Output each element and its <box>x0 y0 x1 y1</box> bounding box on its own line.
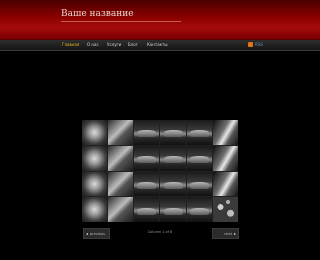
gallery-thumbnail[interactable] <box>82 171 108 197</box>
previous-label: previous <box>90 232 105 236</box>
photo-gallery <box>82 120 238 222</box>
gallery-thumbnail[interactable] <box>82 120 108 145</box>
gallery-thumbnail[interactable] <box>134 197 160 222</box>
title-divider <box>61 21 181 22</box>
nav-item-about[interactable]: О нас <box>87 42 99 47</box>
nav-item-home[interactable]: Главная <box>62 42 79 47</box>
gallery-thumbnail[interactable] <box>82 145 108 171</box>
next-label: next <box>224 232 232 236</box>
gallery-thumbnail[interactable] <box>186 145 212 171</box>
gallery-thumbnail[interactable] <box>186 197 212 222</box>
nav-item-contacts[interactable]: Контакты <box>147 42 168 47</box>
arrow-right-icon: ▸ <box>233 231 236 236</box>
previous-button[interactable]: ◂ previous <box>83 228 110 239</box>
gallery-thumbnail[interactable] <box>82 197 108 222</box>
nav-item-services[interactable]: Услуги <box>107 42 121 47</box>
rss-link[interactable]: RSS <box>255 42 263 47</box>
gallery-thumbnail[interactable] <box>134 120 160 145</box>
gallery-thumbnail[interactable] <box>108 197 134 222</box>
next-button[interactable]: next ▸ <box>212 228 239 239</box>
site-header: Ваше название <box>0 0 320 39</box>
gallery-thumbnail[interactable] <box>186 120 212 145</box>
gallery-thumbnail[interactable] <box>186 171 212 197</box>
page-counter: Column 1 of 8 <box>147 230 173 234</box>
gallery-thumbnail[interactable] <box>160 171 186 197</box>
rss-icon[interactable] <box>248 42 253 47</box>
gallery-thumbnail[interactable] <box>160 197 186 222</box>
gallery-thumbnail[interactable] <box>212 120 238 145</box>
site-title[interactable]: Ваше название <box>61 9 134 19</box>
gallery-thumbnail[interactable] <box>134 145 160 171</box>
nav-item-blog[interactable]: Блог <box>128 42 138 47</box>
gallery-thumbnail[interactable] <box>212 197 238 222</box>
gallery-thumbnail[interactable] <box>108 120 134 145</box>
gallery-thumbnail[interactable] <box>212 145 238 171</box>
gallery-thumbnail[interactable] <box>108 171 134 197</box>
gallery-thumbnail[interactable] <box>108 145 134 171</box>
gallery-thumbnail[interactable] <box>212 171 238 197</box>
gallery-thumbnail[interactable] <box>160 120 186 145</box>
gallery-thumbnail[interactable] <box>134 171 160 197</box>
gallery-thumbnail[interactable] <box>160 145 186 171</box>
main-nav: Главная О нас Услуги Блог Контакты RSS <box>0 39 320 51</box>
